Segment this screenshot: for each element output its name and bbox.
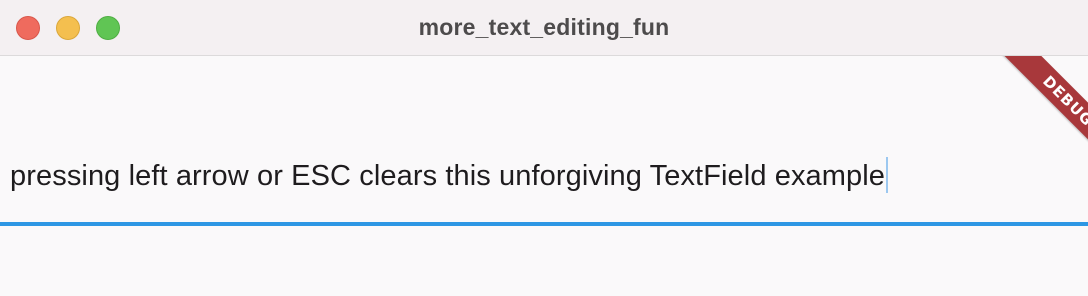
app-window: more_text_editing_fun pressing left arro… (0, 0, 1088, 296)
text-field-text: pressing left arrow or ESC clears this u… (10, 160, 886, 192)
text-field[interactable]: pressing left arrow or ESC clears this u… (0, 144, 1088, 228)
main-content: pressing left arrow or ESC clears this u… (0, 56, 1088, 296)
text-field-underline (0, 222, 1088, 226)
title-bar[interactable]: more_text_editing_fun (0, 0, 1088, 56)
window-title: more_text_editing_fun (418, 14, 670, 40)
text-cursor (886, 157, 889, 193)
text-field-value[interactable]: pressing left arrow or ESC clears this u… (10, 157, 889, 193)
